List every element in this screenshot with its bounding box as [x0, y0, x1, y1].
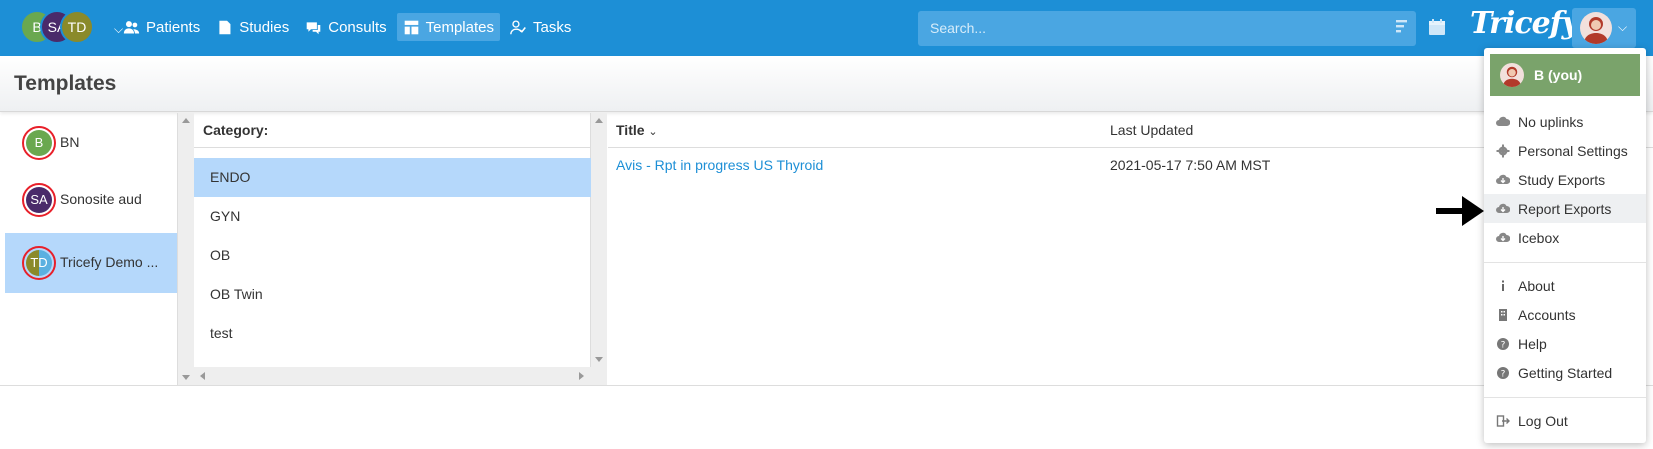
user-avatar [1500, 63, 1524, 87]
cloud-download-icon [1496, 232, 1510, 242]
category-item-ob-twin[interactable]: OB Twin [194, 275, 591, 314]
nav-consults-label: Consults [328, 18, 387, 36]
menu-item-accounts[interactable]: Accounts [1484, 300, 1646, 329]
category-item-endo[interactable]: ENDO [194, 158, 591, 197]
account-avatar: TD [22, 246, 56, 280]
account-label: BN [60, 134, 80, 150]
menu-item-study-exports[interactable]: Study Exports [1484, 165, 1646, 194]
question-icon: ? [1497, 367, 1509, 380]
page-title: Templates [14, 72, 117, 95]
studies-icon [219, 20, 231, 34]
divider [0, 385, 1653, 386]
tricefy-logo: Tricefy [1470, 6, 1579, 41]
cloud-icon [1496, 116, 1510, 126]
account-avatar: SA [22, 183, 56, 217]
menu-item-about[interactable]: About [1484, 271, 1646, 300]
info-icon [1502, 280, 1504, 291]
menu-user-label: B (you) [1534, 67, 1583, 83]
user-avatar [1580, 12, 1612, 44]
menu-item-getting-started[interactable]: ? Getting Started [1484, 358, 1646, 387]
nav-tasks-label: Tasks [532, 18, 572, 36]
account-item-bn[interactable]: B BN [5, 113, 177, 173]
account-list-scrollbar[interactable] [178, 113, 194, 385]
menu-item-report-exports[interactable]: Report Exports [1484, 194, 1646, 223]
account-avatar: B [22, 126, 56, 160]
account-label: Sonosite aud [60, 191, 142, 207]
nav-studies[interactable]: Studies [210, 13, 295, 41]
pointer-arrow-icon [1436, 196, 1484, 226]
menu-item-help[interactable]: ? Help [1484, 329, 1646, 358]
page-header: Templates [0, 56, 1653, 112]
consults-icon [306, 21, 321, 34]
user-dropdown-menu: B (you) No uplinks Personal Settings Stu… [1484, 48, 1646, 443]
account-item-sonosite[interactable]: SA Sonosite aud [5, 170, 177, 230]
category-scrollbar[interactable] [591, 113, 607, 385]
gear-icon [1496, 144, 1510, 158]
building-icon [1499, 309, 1507, 321]
nav-consults[interactable]: Consults [299, 13, 392, 41]
cloud-download-icon [1496, 174, 1510, 184]
templates-icon [404, 20, 418, 34]
category-horizontal-scrollbar[interactable] [194, 367, 591, 385]
menu-item-icebox[interactable]: Icebox [1484, 223, 1646, 252]
menu-item-log-out[interactable]: Log Out [1484, 406, 1646, 435]
menu-item-personal-settings[interactable]: Personal Settings [1484, 136, 1646, 165]
nav-templates[interactable]: Templates [396, 13, 500, 41]
menu-divider [1484, 397, 1646, 398]
nav-patients[interactable]: Patients [117, 13, 206, 41]
menu-item-no-uplinks[interactable]: No uplinks [1484, 107, 1646, 136]
logout-icon [1496, 415, 1510, 427]
category-panel: Category: ENDO GYN OB OB Twin test [194, 113, 591, 385]
chevron-down-icon: ⌵ [1618, 20, 1628, 34]
menu-user-header: B (you) [1490, 54, 1640, 96]
tasks-icon [510, 19, 526, 34]
svg-text:?: ? [1501, 370, 1506, 380]
calendar-icon[interactable] [1428, 18, 1446, 36]
nav-templates-label: Templates [425, 18, 494, 36]
menu-divider [1484, 262, 1646, 263]
nav-patients-label: Patients [146, 18, 201, 36]
top-navigation-bar: B SA TD ⌵ Patients Studies Consults Temp… [0, 0, 1653, 56]
patients-icon [123, 20, 140, 33]
template-last-updated: 2021-05-17 7:50 AM MST [1110, 157, 1271, 173]
account-avatar-td[interactable]: TD [60, 10, 94, 44]
account-label: Tricefy Demo ... [60, 254, 159, 270]
template-title-link[interactable]: Avis - Rpt in progress US Thyroid [616, 157, 823, 173]
category-header: Category: [194, 113, 591, 148]
search-input[interactable]: Search... [918, 11, 1416, 46]
sort-icon[interactable] [1393, 18, 1409, 34]
account-item-tricefy-demo[interactable]: TD Tricefy Demo ... [5, 233, 177, 293]
category-item-test[interactable]: test [194, 314, 591, 353]
title-column-header[interactable]: Title ⌄ [616, 122, 658, 138]
cloud-download-icon [1496, 203, 1510, 213]
question-icon: ? [1497, 338, 1509, 351]
category-item-gyn[interactable]: GYN [194, 197, 591, 236]
main-nav: Patients Studies Consults Templates Task… [117, 13, 581, 43]
user-menu-button[interactable]: ⌵ [1572, 8, 1636, 48]
nav-studies-label: Studies [239, 18, 290, 36]
nav-tasks[interactable]: Tasks [504, 13, 577, 41]
category-item-ob[interactable]: OB [194, 236, 591, 275]
account-list: B BN SA Sonosite aud TD Tricefy Demo ... [0, 113, 178, 385]
svg-text:?: ? [1501, 341, 1506, 351]
last-updated-column-header[interactable]: Last Updated [1110, 122, 1193, 138]
chevron-down-icon: ⌄ [648, 126, 658, 138]
